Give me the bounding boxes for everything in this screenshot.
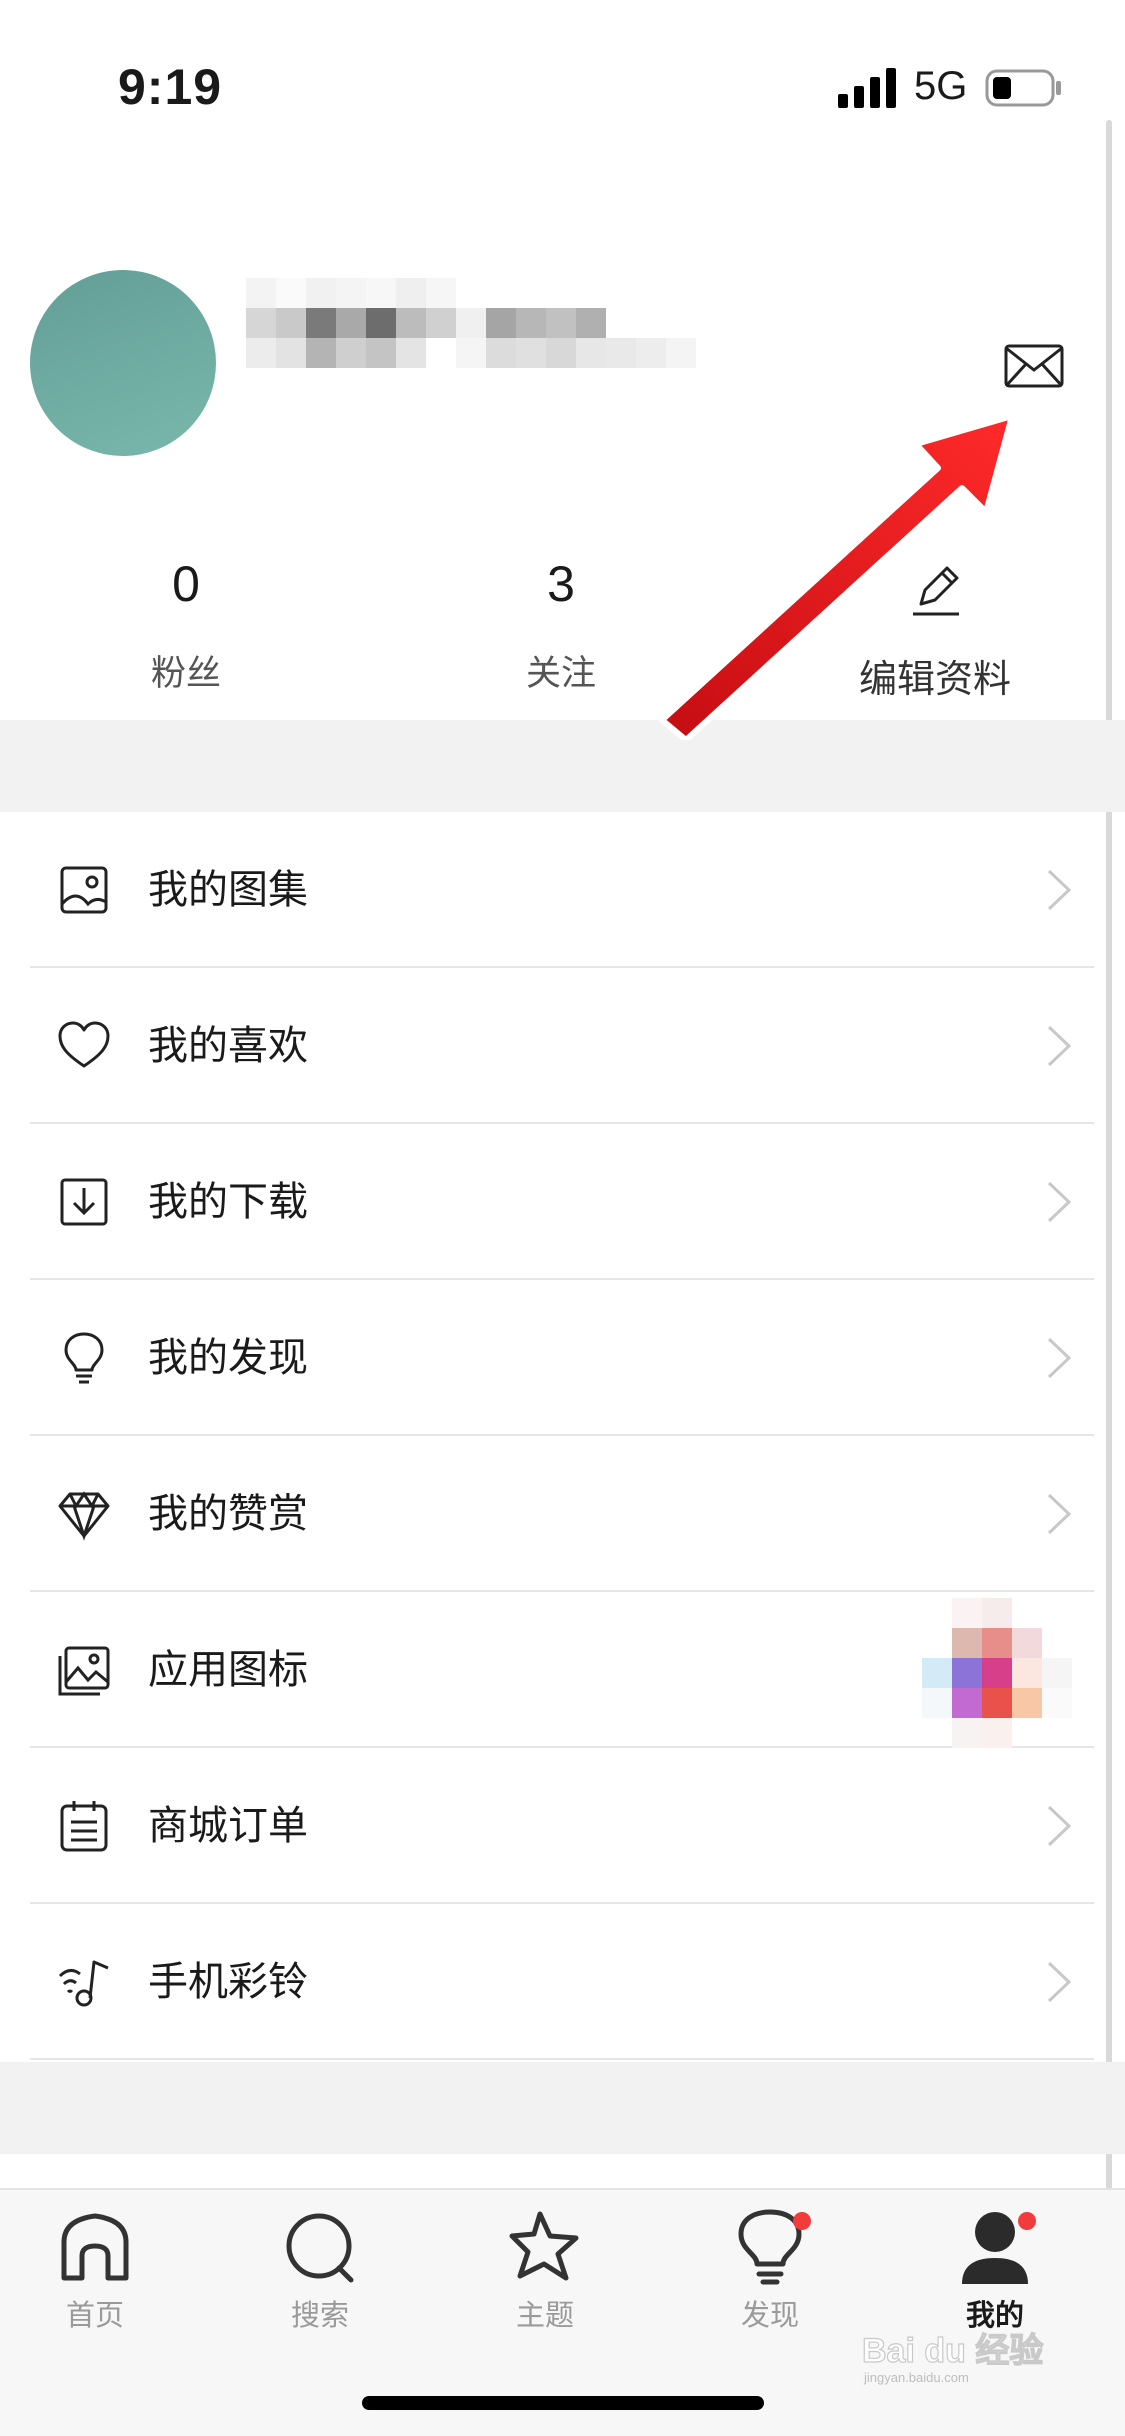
menu-label: 手机彩铃 <box>148 1959 308 2005</box>
status-bar: 9:19 5G <box>0 0 1125 180</box>
stat-fans[interactable]: 0 粉丝 <box>56 555 316 696</box>
avatar[interactable] <box>30 270 216 456</box>
tab-label: 搜索 <box>290 2298 349 2332</box>
fans-count: 0 <box>172 556 200 612</box>
menu-label: 商城订单 <box>148 1803 308 1849</box>
mail-icon[interactable] <box>1004 344 1064 388</box>
menu-item-album[interactable]: 我的图集 <box>30 812 1094 968</box>
menu-label: 我的喜欢 <box>148 1023 308 1069</box>
watermark-url: jingyan.baidu.com <box>863 2370 969 2385</box>
tab-home[interactable]: 首页 <box>20 2206 170 2334</box>
tab-discover[interactable]: 发现 <box>695 2206 845 2334</box>
ringtone-icon <box>58 1960 109 2007</box>
search-icon <box>286 2213 354 2283</box>
chevron-right-icon <box>1047 1493 1072 1535</box>
signal-icon <box>838 68 896 108</box>
notification-badge <box>1018 2212 1036 2230</box>
menu-label: 应用图标 <box>148 1647 308 1693</box>
lightbulb-icon <box>64 1332 104 1384</box>
menu-label: 我的发现 <box>148 1335 308 1381</box>
fans-label: 粉丝 <box>150 654 221 694</box>
order-calendar-icon <box>60 1801 108 1852</box>
section-divider <box>0 2062 1125 2154</box>
home-indicator <box>362 2396 764 2410</box>
menu-label: 我的赞赏 <box>148 1491 308 1537</box>
image-stack-icon <box>58 1646 110 1696</box>
download-icon <box>60 1178 108 1226</box>
username-blurred <box>246 278 696 368</box>
tab-label: 发现 <box>740 2298 799 2332</box>
chevron-right-icon <box>1047 1961 1072 2003</box>
menu-item-ringtone[interactable]: 手机彩铃 <box>30 1904 1094 2060</box>
notification-badge <box>793 2212 811 2230</box>
menu-label: 我的下载 <box>148 1179 308 1225</box>
status-time: 9:19 <box>118 59 223 115</box>
app-icon-preview <box>922 1598 1072 1748</box>
network-type: 5G <box>914 64 968 108</box>
tab-mine[interactable]: 我的 <box>920 2206 1070 2334</box>
album-icon <box>60 866 108 914</box>
battery-icon <box>985 69 1061 107</box>
menu-list: 我的图集 我的喜欢 我的下载 我的发现 我的赞赏 应用图标 商城订单 手机彩铃 <box>0 812 1125 2060</box>
watermark-brand: Bai du 经验 <box>862 2331 1043 2370</box>
star-icon <box>509 2211 579 2281</box>
chevron-right-icon <box>1047 869 1072 911</box>
menu-item-likes[interactable]: 我的喜欢 <box>30 968 1094 1124</box>
menu-item-downloads[interactable]: 我的下载 <box>30 1124 1094 1280</box>
chevron-right-icon <box>1047 1805 1072 1847</box>
menu-item-rewards[interactable]: 我的赞赏 <box>30 1436 1094 1592</box>
chevron-right-icon <box>1047 1337 1072 1379</box>
watermark: Bai du 经验 jingyan.baidu.com <box>862 2330 1044 2385</box>
tab-themes[interactable]: 主题 <box>470 2206 620 2334</box>
chevron-right-icon <box>1047 1181 1072 1223</box>
tab-search[interactable]: 搜索 <box>245 2206 395 2334</box>
home-icon <box>61 2213 129 2281</box>
menu-item-discoveries[interactable]: 我的发现 <box>30 1280 1094 1436</box>
menu-label: 我的图集 <box>148 867 308 913</box>
annotation-arrow <box>658 410 1015 740</box>
chevron-right-icon <box>1047 1025 1072 1067</box>
menu-item-app-icon[interactable]: 应用图标 <box>30 1592 1094 1748</box>
tab-label: 主题 <box>515 2298 574 2332</box>
heart-icon <box>58 1021 110 1068</box>
diamond-icon <box>58 1491 110 1541</box>
tab-label: 首页 <box>65 2298 124 2332</box>
menu-item-orders[interactable]: 商城订单 <box>30 1748 1094 1904</box>
